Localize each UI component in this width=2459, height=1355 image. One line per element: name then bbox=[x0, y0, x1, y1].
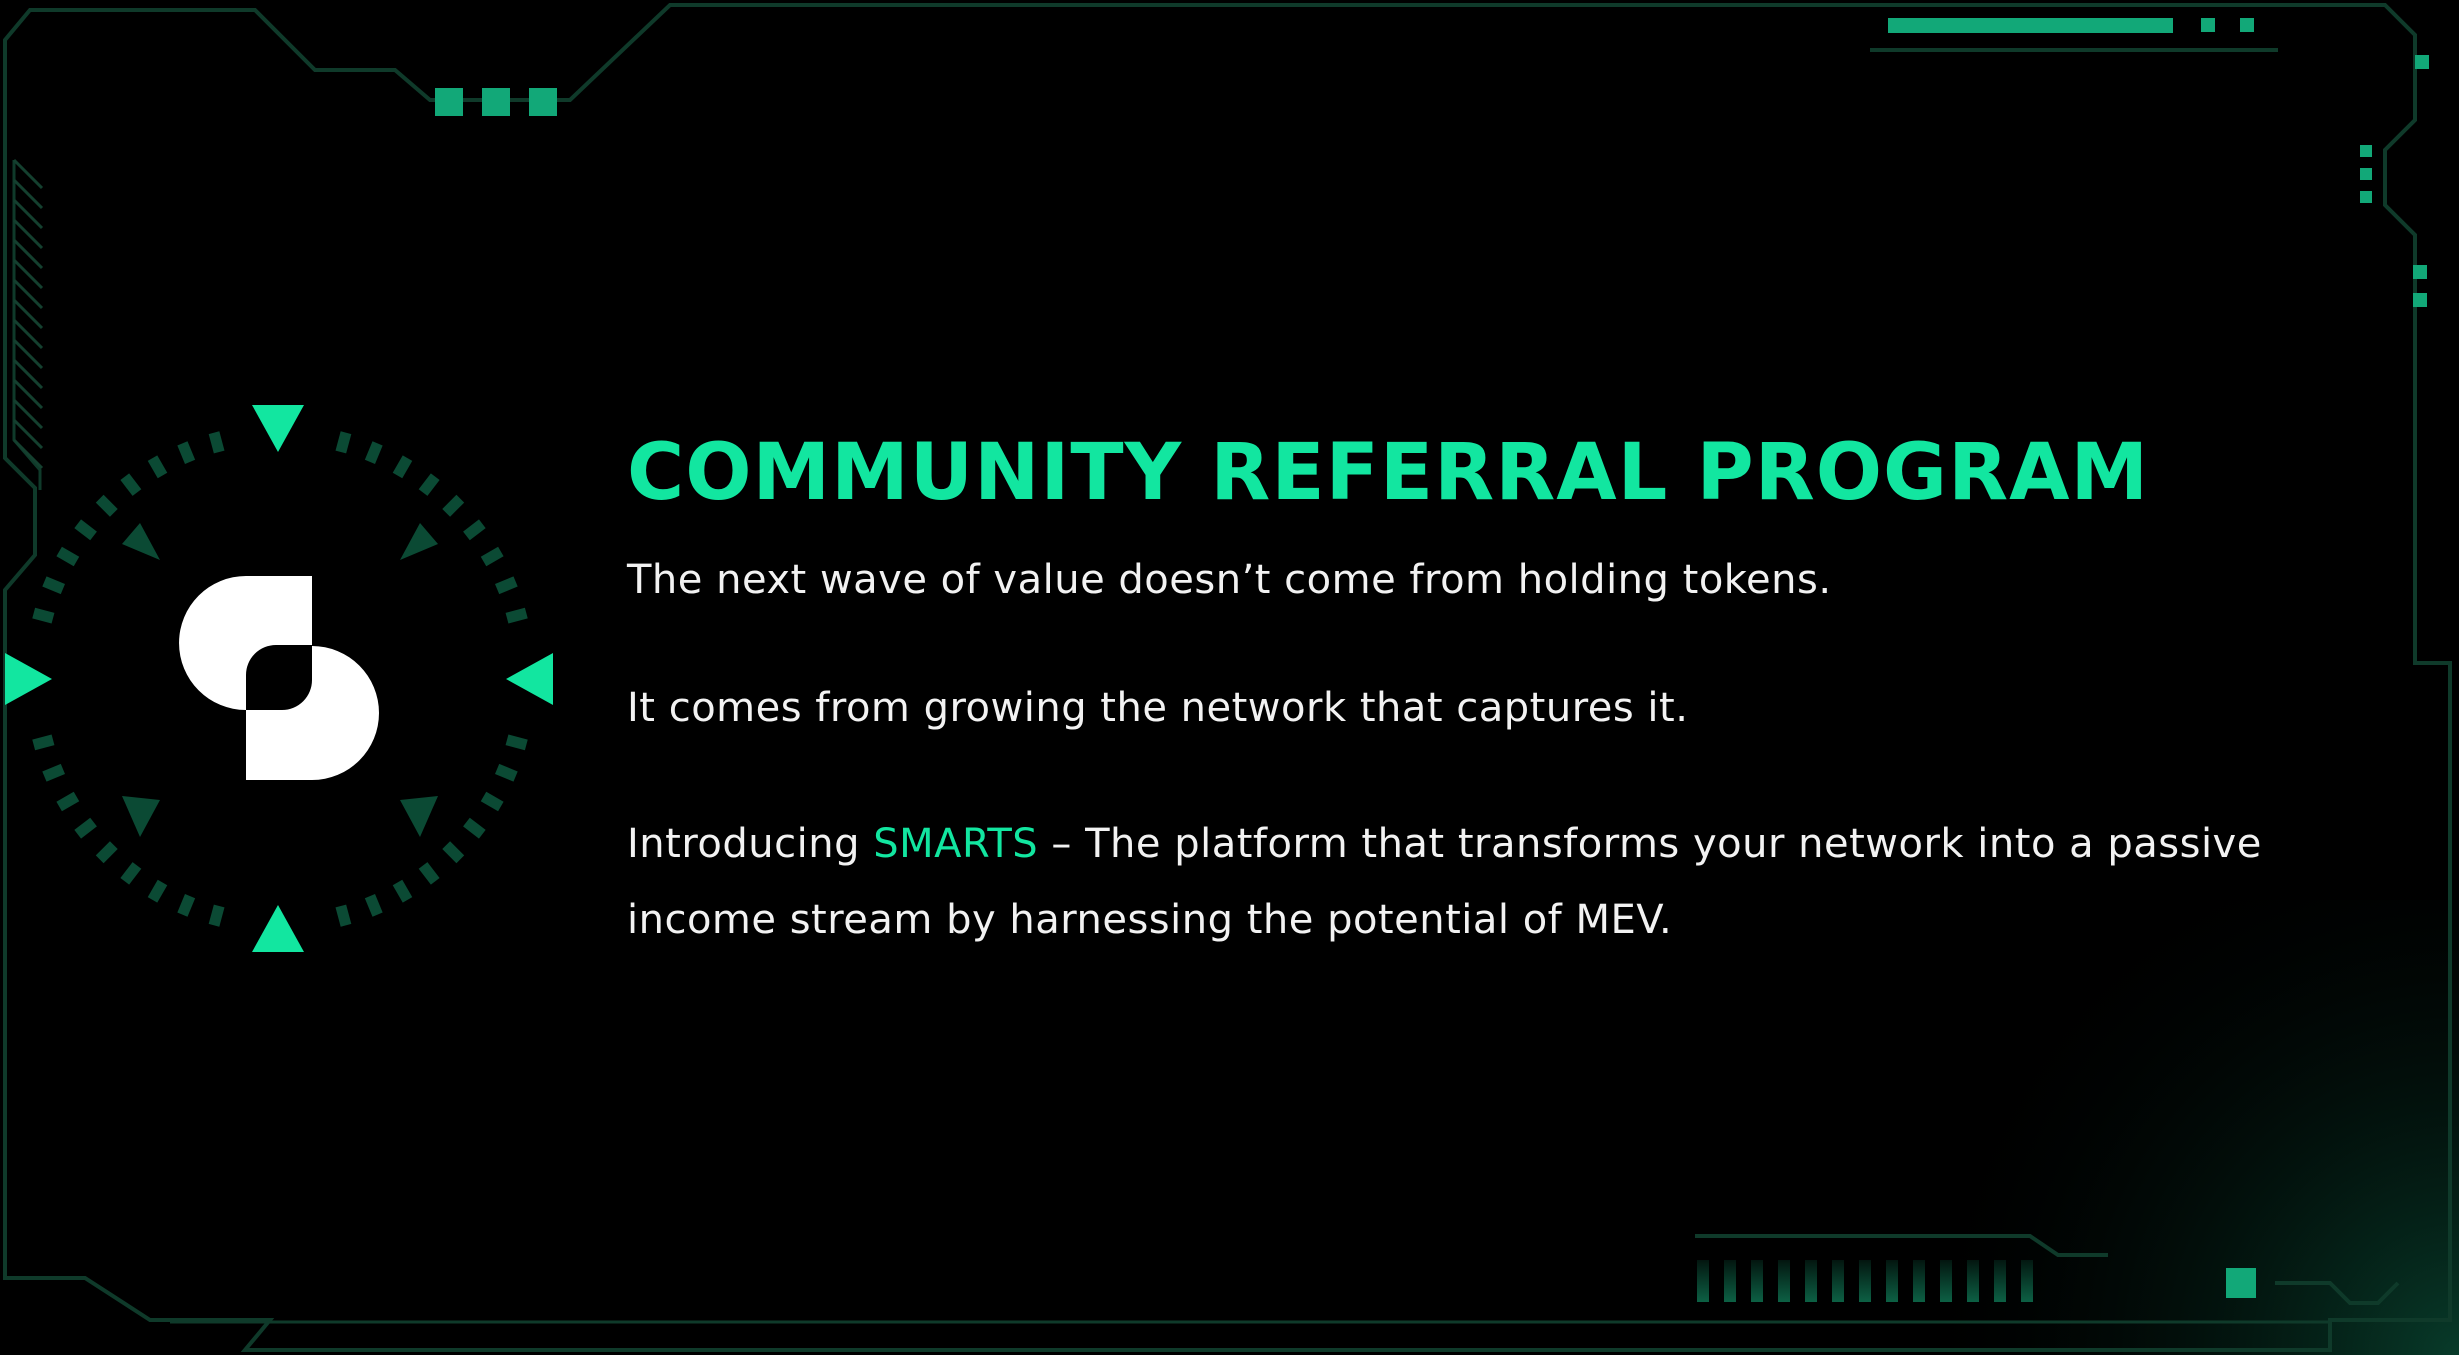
dial-tick bbox=[177, 441, 196, 464]
dial-tick bbox=[32, 734, 55, 751]
paragraph-1: The next wave of value doesn’t come from… bbox=[627, 557, 1832, 603]
dial-tick bbox=[208, 904, 225, 927]
dial-tick bbox=[392, 879, 413, 903]
dial-tick bbox=[480, 791, 504, 812]
dial-tick bbox=[74, 519, 97, 541]
frame-square bbox=[435, 88, 463, 116]
dial-tick bbox=[42, 576, 65, 595]
dial-tick bbox=[147, 455, 168, 479]
frame-dot bbox=[2360, 168, 2372, 180]
dial-tick bbox=[120, 473, 142, 496]
corner-glow bbox=[1800, 900, 2459, 1355]
dial-tick bbox=[335, 431, 352, 454]
dial-tick bbox=[463, 817, 486, 839]
dial-corner-triangle bbox=[122, 523, 160, 560]
dial-tick bbox=[364, 441, 383, 464]
paragraph-3-intro: Introducing bbox=[627, 821, 874, 867]
frame-dot bbox=[2240, 18, 2254, 32]
paragraph-2: It comes from growing the network that c… bbox=[627, 685, 1689, 731]
dial-arrow-top bbox=[252, 405, 304, 452]
dial-tick bbox=[495, 763, 518, 782]
dial-tick bbox=[177, 894, 196, 917]
dial-corner-triangle bbox=[400, 523, 438, 560]
slide-title: COMMUNITY REFERRAL PROGRAM bbox=[627, 428, 2150, 518]
dial-tick bbox=[418, 473, 440, 496]
dial-arrow-left bbox=[5, 653, 52, 705]
frame-dot bbox=[2201, 18, 2215, 32]
slide-content: COMMUNITY REFERRAL PROGRAM The next wave… bbox=[627, 418, 2347, 958]
frame-top-bar bbox=[1888, 18, 2173, 33]
dial-tick bbox=[74, 817, 97, 839]
dial-tick bbox=[442, 494, 465, 517]
frame-dot bbox=[2360, 191, 2372, 203]
dial-tick bbox=[442, 841, 465, 864]
dial-tick bbox=[95, 494, 118, 517]
frame-dot bbox=[2415, 55, 2429, 69]
frame-square bbox=[2226, 1268, 2256, 1298]
dial-tick bbox=[418, 862, 440, 885]
dial-tick bbox=[335, 904, 352, 927]
logo-group bbox=[0, 400, 560, 960]
frame-dot bbox=[2360, 145, 2372, 157]
dial-arrow-right bbox=[506, 653, 553, 705]
dial-arrow-bottom bbox=[252, 905, 304, 952]
dial-tick bbox=[505, 734, 528, 751]
dial-corner-triangle bbox=[400, 796, 438, 837]
dial-tick bbox=[56, 791, 80, 812]
dial-tick bbox=[495, 576, 518, 595]
frame-square bbox=[529, 88, 557, 116]
radial-dial-icon bbox=[32, 431, 528, 927]
dial-tick bbox=[42, 763, 65, 782]
dial-tick bbox=[463, 519, 486, 541]
smarts-s-logo-icon bbox=[179, 576, 379, 780]
frame-dot bbox=[2413, 265, 2427, 279]
dial-tick bbox=[392, 455, 413, 479]
frame-square bbox=[482, 88, 510, 116]
dial-tick bbox=[120, 862, 142, 885]
dial-tick bbox=[208, 431, 225, 454]
dial-tick bbox=[480, 546, 504, 567]
dial-tick bbox=[505, 607, 528, 624]
brand-name: SMARTS bbox=[873, 821, 1039, 867]
dial-tick bbox=[147, 879, 168, 903]
paragraph-3: Introducing SMARTS – The platform that t… bbox=[627, 806, 2347, 958]
dial-tick bbox=[56, 546, 80, 567]
dial-corner-triangle bbox=[122, 796, 160, 837]
dial-tick bbox=[32, 607, 55, 624]
frame-dot bbox=[2413, 293, 2427, 307]
dial-tick bbox=[364, 894, 383, 917]
dial-tick bbox=[95, 841, 118, 864]
